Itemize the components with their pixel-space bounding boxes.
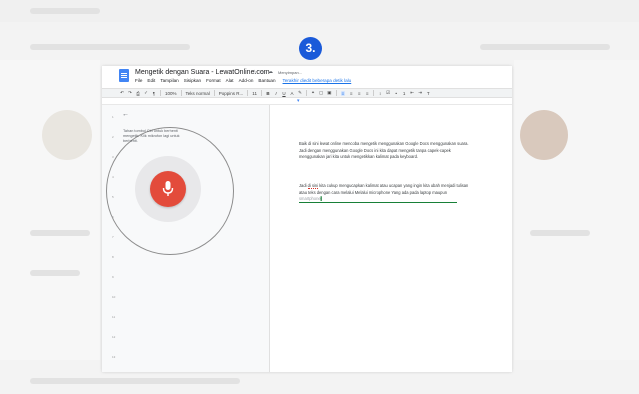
image-icon[interactable]: ▣ bbox=[327, 90, 331, 96]
numbered-list-icon[interactable]: 1 bbox=[402, 91, 406, 96]
font-select[interactable]: Poppins R... bbox=[219, 91, 244, 96]
toolbar-divider bbox=[260, 90, 262, 96]
menu-addons[interactable]: Add-on bbox=[239, 78, 254, 83]
interim-transcript: smartphone bbox=[299, 196, 321, 202]
paragraph-2[interactable]: Jadi di sini kita cukup mengucapkan kali… bbox=[299, 183, 469, 203]
zoom-select[interactable]: 100% bbox=[165, 91, 177, 96]
paragraph-2-prefix: Jadi bbox=[299, 183, 308, 188]
redo-icon[interactable]: ↷ bbox=[128, 90, 132, 96]
background-blob bbox=[520, 110, 568, 160]
text-color-button[interactable]: A bbox=[290, 91, 294, 96]
spelling-error-text[interactable]: di sini bbox=[307, 183, 319, 189]
arrow-left-icon[interactable]: ← bbox=[122, 111, 129, 118]
dictation-underline bbox=[299, 202, 457, 203]
docs-window: Mengetik dengan Suara - LewatOnline.com … bbox=[102, 66, 512, 372]
background-line bbox=[30, 230, 90, 236]
toolbar: ↶ ↷ ⎙ ✓ ¶ 100% Teks normal Poppins R... … bbox=[102, 88, 512, 98]
paragraph-1[interactable]: Baik di sini lewat online mencoba menget… bbox=[299, 141, 469, 161]
indent-marker-icon[interactable]: ▾ bbox=[297, 99, 300, 104]
title-bar: Mengetik dengan Suara - LewatOnline.com … bbox=[102, 66, 512, 88]
link-icon[interactable]: ⚭ bbox=[311, 90, 315, 96]
toolbar-divider bbox=[180, 90, 182, 96]
menu-edit[interactable]: Edit bbox=[147, 78, 155, 83]
highlight-icon[interactable]: ✎ bbox=[298, 90, 302, 96]
star-icon[interactable]: ☆ bbox=[252, 69, 257, 76]
font-size-select[interactable]: 11 bbox=[252, 91, 257, 96]
cloud-sync-icon: ☁ bbox=[268, 69, 273, 75]
toolbar-divider bbox=[335, 90, 337, 96]
toolbar-divider bbox=[213, 90, 215, 96]
toolbar-divider bbox=[373, 90, 375, 96]
menu-bar: File Edit Tampilan Sisipkan Format Alat … bbox=[135, 78, 351, 83]
align-right-icon[interactable]: ≡ bbox=[357, 91, 361, 96]
background-line bbox=[480, 44, 610, 50]
increase-indent-icon[interactable]: ⇥ bbox=[418, 90, 422, 96]
paragraph-2-text: kita cukup mengucapkan kalimat atau ucap… bbox=[299, 183, 469, 195]
menu-tools[interactable]: Alat bbox=[226, 78, 234, 83]
menu-file[interactable]: File bbox=[135, 78, 142, 83]
underline-button[interactable]: U bbox=[282, 91, 286, 96]
align-left-icon[interactable]: ≡ bbox=[340, 90, 346, 96]
save-status: Menyimpan... bbox=[278, 70, 303, 75]
spellcheck-icon[interactable]: ✓ bbox=[144, 90, 148, 96]
step-number-badge: 3. bbox=[299, 37, 322, 60]
menu-insert[interactable]: Sisipkan bbox=[184, 78, 201, 83]
vertical-ruler: 1234 5678 9 10 11 12 13 bbox=[112, 115, 116, 359]
background-blob bbox=[42, 110, 92, 160]
document-page[interactable]: Baik di sini lewat online mencoba menget… bbox=[271, 105, 512, 372]
last-edit-link[interactable]: Terakhir diedit beberapa detik lalu bbox=[283, 78, 352, 83]
folder-icon[interactable]: ▭ bbox=[260, 69, 266, 76]
background-line bbox=[30, 8, 100, 14]
print-icon[interactable]: ⎙ bbox=[136, 91, 140, 96]
comment-icon[interactable]: ▢ bbox=[319, 90, 323, 96]
background-line bbox=[30, 378, 240, 384]
background-line bbox=[30, 44, 190, 50]
clear-format-icon[interactable]: T bbox=[426, 91, 430, 96]
style-select[interactable]: Teks normal bbox=[186, 91, 210, 96]
menu-format[interactable]: Format bbox=[206, 78, 221, 83]
voice-hint-text: Tahan tombol Ctrl untuk berhenti mengeti… bbox=[123, 129, 180, 143]
voice-typing-panel: 1234 5678 9 10 11 12 13 ← Tahan tombol Ctrl… bbox=[102, 105, 270, 372]
background-line bbox=[530, 230, 590, 236]
align-center-icon[interactable]: ≡ bbox=[349, 91, 353, 96]
line-spacing-icon[interactable]: ↕ bbox=[378, 91, 382, 96]
italic-button[interactable]: I bbox=[274, 91, 278, 96]
bold-button[interactable]: B bbox=[266, 91, 270, 96]
docs-logo-icon[interactable] bbox=[119, 69, 129, 82]
microphone-button[interactable] bbox=[150, 171, 186, 207]
background-left-panel bbox=[0, 60, 100, 360]
justify-icon[interactable]: ≡ bbox=[365, 91, 369, 96]
background-right-panel bbox=[514, 60, 639, 360]
menu-help[interactable]: Bantuan bbox=[258, 78, 275, 83]
toolbar-divider bbox=[247, 90, 249, 96]
cursor-mic-icon: ▍ bbox=[320, 196, 324, 202]
checklist-icon[interactable]: ☑ bbox=[386, 90, 390, 96]
decrease-indent-icon[interactable]: ⇤ bbox=[410, 90, 414, 96]
bulleted-list-icon[interactable]: • bbox=[394, 91, 398, 96]
menu-view[interactable]: Tampilan bbox=[160, 78, 178, 83]
background-line bbox=[30, 270, 80, 276]
undo-icon[interactable]: ↶ bbox=[120, 90, 124, 96]
toolbar-divider bbox=[305, 90, 307, 96]
document-title[interactable]: Mengetik dengan Suara - LewatOnline.com bbox=[135, 69, 270, 76]
microphone-icon bbox=[162, 181, 174, 196]
toolbar-divider bbox=[160, 90, 161, 96]
paint-format-icon[interactable]: ¶ bbox=[152, 91, 156, 96]
